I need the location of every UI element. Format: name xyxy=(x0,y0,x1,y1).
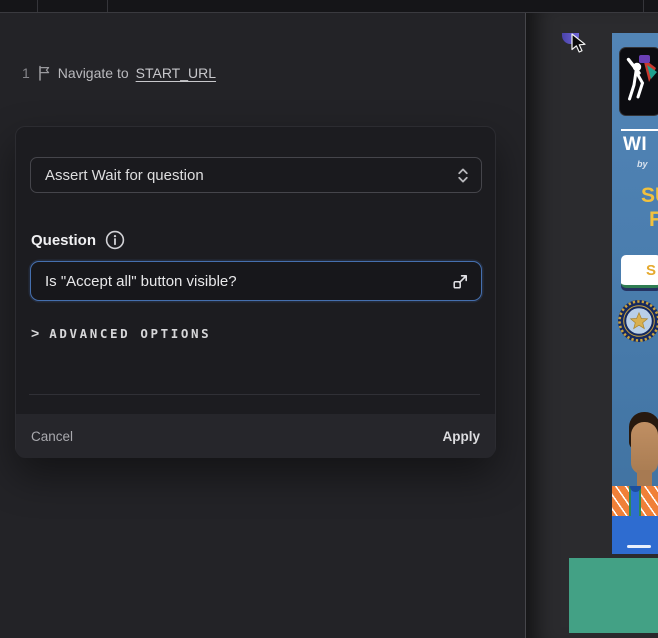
question-input[interactable] xyxy=(45,273,444,290)
question-label: Question xyxy=(31,232,96,249)
question-label-row: Question xyxy=(31,230,125,250)
site-byline: by xyxy=(637,159,648,169)
cancel-button[interactable]: Cancel xyxy=(31,429,73,444)
action-type-select[interactable]: Assert Wait for question xyxy=(30,157,482,193)
browser-preview-panel[interactable]: WI by SU F S xyxy=(526,13,658,638)
player-photo xyxy=(631,422,658,474)
topbar-divider xyxy=(107,0,108,12)
site-promo-text: SU xyxy=(641,184,658,208)
site-fine-print xyxy=(627,545,651,548)
site-screenshot[interactable]: WI by SU F S xyxy=(612,33,658,554)
advanced-options-toggle[interactable]: > ADVANCED OPTIONS xyxy=(31,326,211,341)
select-chevron-icon xyxy=(457,167,469,184)
question-input-wrap xyxy=(30,261,482,301)
site-logo-box xyxy=(619,47,658,116)
window-top-bar xyxy=(0,0,658,13)
topbar-divider xyxy=(643,0,644,12)
batsman-logo-icon xyxy=(623,52,658,115)
cursor-overlay xyxy=(562,32,594,66)
site-divider-rule xyxy=(621,129,658,131)
start-url-link[interactable]: START_URL xyxy=(136,65,216,81)
assert-step-card: Assert Wait for question Question xyxy=(15,126,496,457)
advanced-options-label: ADVANCED OPTIONS xyxy=(49,326,211,341)
site-promo-text: F xyxy=(649,208,658,232)
action-type-value: Assert Wait for question xyxy=(45,167,204,184)
info-icon[interactable] xyxy=(105,230,125,250)
jersey-shoulder-stripes xyxy=(612,486,631,516)
click-indicator xyxy=(562,33,579,44)
flag-icon xyxy=(37,65,51,81)
chevron-right-icon: > xyxy=(31,326,39,340)
site-headline: WI xyxy=(623,134,647,156)
step-label: Navigate to xyxy=(58,65,129,81)
card-footer: Cancel Apply xyxy=(16,414,495,458)
site-cookie-banner-fragment xyxy=(569,558,658,633)
bcci-emblem-icon xyxy=(617,299,658,348)
site-cta-button[interactable]: S xyxy=(621,255,658,288)
topbar-divider xyxy=(37,0,38,12)
site-cta-label: S xyxy=(646,262,656,279)
player-jersey xyxy=(612,486,658,554)
step-number: 1 xyxy=(22,65,30,81)
step-editor-panel: 1 Navigate to START_URL Assert Wait for … xyxy=(0,13,525,638)
cursor-icon xyxy=(571,33,589,60)
apply-button[interactable]: Apply xyxy=(442,429,480,444)
card-divider xyxy=(29,394,480,395)
expand-icon[interactable] xyxy=(452,273,469,290)
step-list-item[interactable]: 1 Navigate to START_URL xyxy=(22,63,216,83)
panel-divider xyxy=(525,12,526,638)
jersey-shoulder-stripes xyxy=(639,486,658,516)
